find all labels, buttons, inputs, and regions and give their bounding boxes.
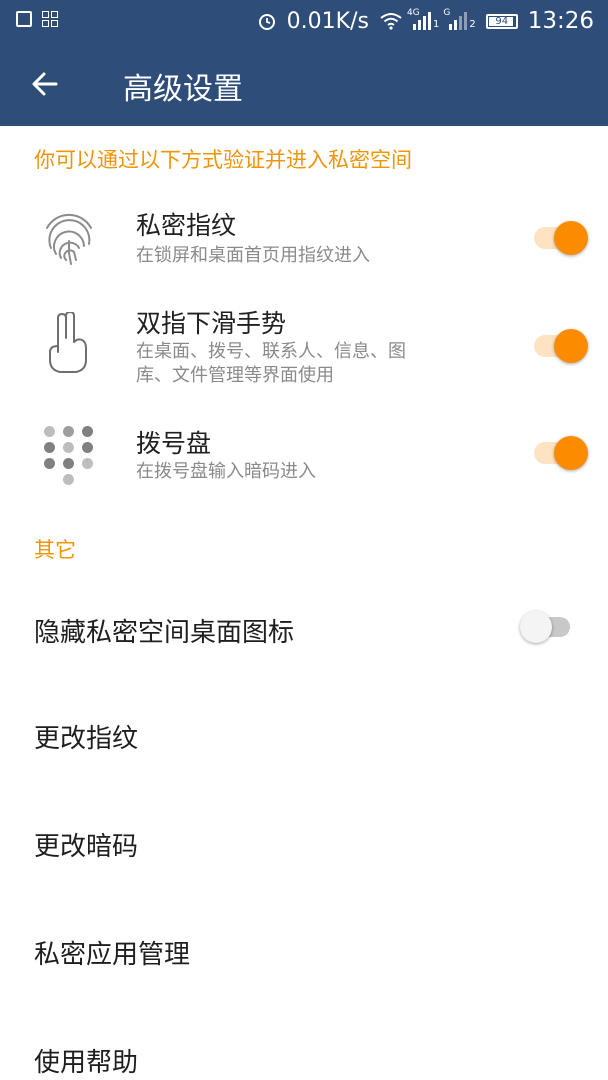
section-header-verify: 你可以通过以下方式验证并进入私密空间 — [34, 148, 412, 172]
battery-level: 94 — [495, 15, 509, 27]
app-bar: 高级设置 — [0, 42, 608, 126]
fingerprint-icon — [46, 213, 92, 265]
image-icon — [16, 11, 32, 27]
change-code-label: 更改暗码 — [34, 832, 139, 862]
page-title: 高级设置 — [123, 72, 243, 107]
private-app-management-row[interactable]: 私密应用管理 — [0, 906, 608, 1002]
sim2-index: 2 — [469, 19, 476, 30]
arrow-back-icon[interactable] — [26, 64, 66, 104]
two-finger-swipe-title: 双指下滑手势 — [136, 309, 287, 338]
dialpad-toggle[interactable] — [532, 432, 588, 472]
two-finger-swipe-subtitle-1: 在桌面、拨号、联系人、信息、图 — [136, 341, 406, 362]
two-finger-swipe-setting-row[interactable]: 双指下滑手势 在桌面、拨号、联系人、信息、图 库、文件管理等界面使用 — [0, 296, 608, 396]
section-header-other: 其它 — [34, 538, 76, 562]
fingerprint-toggle[interactable] — [532, 217, 588, 257]
signal-icon: 4G 1 — [407, 8, 440, 30]
hide-icon-toggle[interactable] — [520, 606, 576, 646]
dialpad-title: 拨号盘 — [136, 429, 212, 458]
sim1-index: 1 — [432, 19, 440, 30]
dialpad-setting-row[interactable]: 拨号盘 在拨号盘输入暗码进入 — [0, 414, 608, 494]
sim1-type: 4G — [406, 8, 420, 18]
wifi-icon — [380, 13, 402, 30]
dialpad-icon — [44, 426, 94, 485]
clock: 13:26 — [527, 8, 594, 34]
change-code-row[interactable]: 更改暗码 — [0, 798, 608, 894]
fingerprint-title: 私密指纹 — [136, 211, 237, 240]
sim2-type: G — [443, 8, 451, 18]
dialpad-subtitle: 在拨号盘输入暗码进入 — [136, 461, 316, 482]
apps-icon — [42, 11, 58, 27]
help-row[interactable]: 使用帮助 — [0, 1014, 608, 1080]
private-app-management-label: 私密应用管理 — [34, 940, 191, 970]
two-finger-swipe-subtitle-2: 库、文件管理等界面使用 — [136, 365, 334, 386]
battery-icon: 94 — [485, 13, 518, 29]
change-fingerprint-row[interactable]: 更改指纹 — [0, 690, 608, 786]
hide-icon-setting-row[interactable]: 隐藏私密空间桌面图标 — [0, 578, 608, 678]
alarm-icon — [258, 14, 275, 30]
app-screen: 0.01K/s 4G 1 G 2 94 13:26 高级设置 你可以通过以下方式… — [0, 0, 608, 1080]
two-finger-swipe-icon — [49, 312, 87, 373]
hide-icon-label: 隐藏私密空间桌面图标 — [34, 618, 295, 648]
network-speed: 0.01K/s — [286, 8, 369, 34]
status-bar: 0.01K/s 4G 1 G 2 94 13:26 — [0, 0, 608, 42]
signal-icon: G 2 — [443, 8, 476, 30]
change-fingerprint-label: 更改指纹 — [34, 724, 139, 754]
fingerprint-setting-row[interactable]: 私密指纹 在锁屏和桌面首页用指纹进入 — [0, 196, 608, 280]
fingerprint-subtitle: 在锁屏和桌面首页用指纹进入 — [136, 245, 370, 266]
two-finger-swipe-toggle[interactable] — [532, 325, 588, 365]
help-label: 使用帮助 — [34, 1048, 139, 1078]
